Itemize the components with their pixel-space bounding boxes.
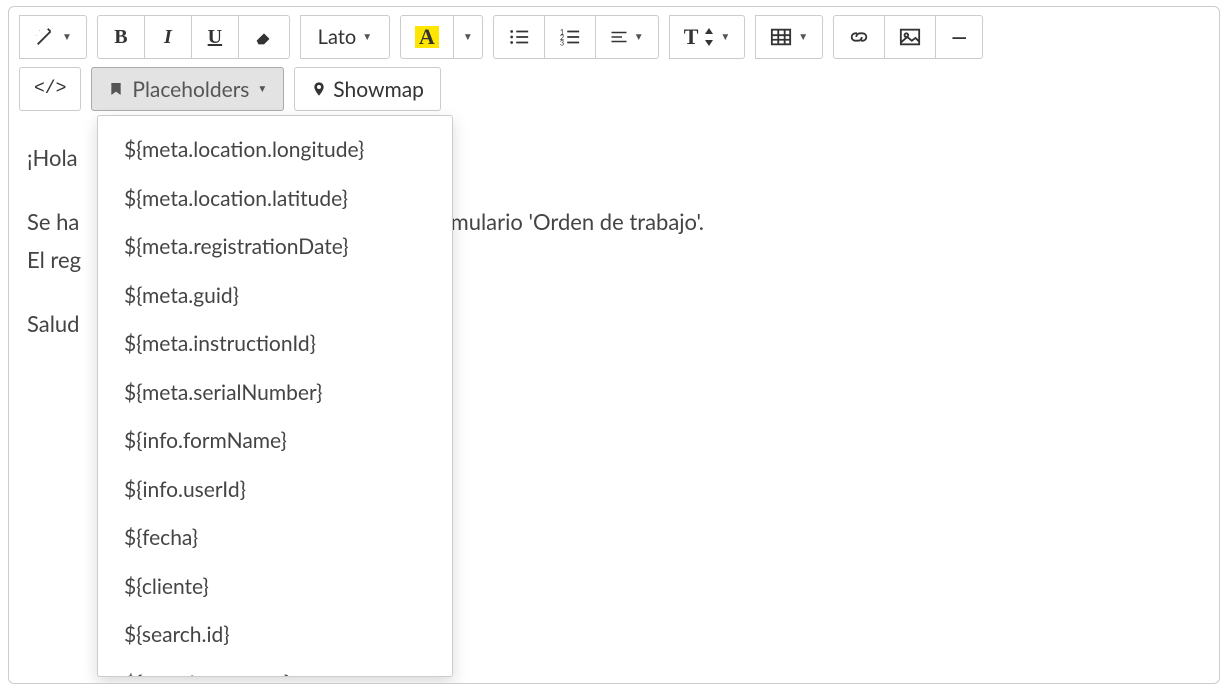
font-color-button[interactable]: A: [400, 15, 454, 59]
ordered-list-button[interactable]: 1 2 3: [544, 15, 596, 59]
bold-button[interactable]: B: [97, 15, 145, 59]
paragraph-group: 1 2 3 ▼: [493, 15, 659, 59]
paragraph-align-button[interactable]: ▼: [595, 15, 659, 59]
toolbar-row-2: </> Placeholders ▼ Showmap: [9, 63, 1219, 121]
caret-down-icon: ▼: [798, 31, 808, 43]
code-view-button[interactable]: </>: [19, 67, 81, 111]
text-fragment: ¡Hola: [27, 144, 78, 171]
showmap-button[interactable]: Showmap: [294, 67, 441, 111]
line-height-group: T ▼: [669, 15, 746, 59]
align-icon: [610, 26, 628, 48]
placeholder-option[interactable]: ${meta.guid}: [98, 272, 452, 321]
placeholder-option[interactable]: ${cliente}: [98, 563, 452, 612]
italic-button[interactable]: I: [144, 15, 192, 59]
unordered-list-button[interactable]: [493, 15, 545, 59]
placeholder-option[interactable]: ${meta.location.longitude}: [98, 126, 452, 175]
caret-down-icon: ▼: [463, 31, 473, 43]
underline-button[interactable]: U: [191, 15, 239, 59]
font-style-group: B I U: [97, 15, 290, 59]
line-height-letter: T: [684, 24, 699, 50]
picture-icon: [899, 26, 921, 48]
font-color-group: A ▼: [400, 15, 483, 59]
text-fragment: Se ha: [27, 208, 79, 235]
placeholders-dropdown: ${meta.location.longitude} ${meta.locati…: [97, 115, 453, 677]
magic-style-button[interactable]: ▼: [19, 15, 87, 59]
placeholder-option[interactable]: ${fecha}: [98, 514, 452, 563]
ul-list-icon: [508, 26, 530, 48]
svg-text:3: 3: [560, 38, 564, 47]
map-pin-icon: [311, 78, 327, 100]
magic-wand-icon: [34, 26, 56, 48]
bookmark-icon: [108, 79, 124, 99]
text-fragment: Salud: [27, 310, 80, 337]
text-fragment: El reg: [27, 246, 81, 273]
link-icon: [848, 26, 870, 48]
placeholder-option[interactable]: ${search.id}: [98, 611, 452, 660]
placeholder-option[interactable]: ${info.formName}: [98, 417, 452, 466]
caret-down-icon: ▼: [257, 83, 267, 95]
table-icon: [770, 26, 792, 48]
horizontal-rule-button[interactable]: —: [935, 15, 983, 59]
caret-down-icon: ▼: [362, 31, 372, 43]
ol-list-icon: 1 2 3: [559, 26, 581, 48]
font-family-group: Lato ▼: [300, 15, 390, 59]
placeholders-label: Placeholders: [132, 77, 249, 102]
up-down-arrows-icon: [704, 28, 714, 46]
placeholder-option[interactable]: ${meta.serialNumber}: [98, 369, 452, 418]
caret-down-icon: ▼: [62, 31, 72, 43]
line-height-button[interactable]: T ▼: [669, 15, 746, 59]
caret-down-icon: ▼: [720, 31, 730, 43]
font-family-label: Lato: [318, 25, 357, 49]
placeholder-option[interactable]: ${meta.instructionId}: [98, 320, 452, 369]
font-color-a-icon: A: [415, 26, 439, 48]
link-button[interactable]: [833, 15, 885, 59]
picture-button[interactable]: [884, 15, 936, 59]
style-group: ▼: [19, 15, 87, 59]
showmap-label: Showmap: [333, 77, 424, 102]
eraser-icon: [253, 26, 275, 48]
placeholders-button[interactable]: Placeholders ▼: [91, 67, 284, 111]
insert-group: —: [833, 15, 983, 59]
caret-down-icon: ▼: [634, 31, 644, 43]
text-fragment: mulario 'Orden de trabajo'.: [451, 208, 704, 235]
placeholder-option[interactable]: ${search.empresa}: [98, 660, 452, 677]
editor-frame: ▼ B I U Lato ▼ A: [8, 6, 1220, 684]
placeholder-option[interactable]: ${info.userId}: [98, 466, 452, 515]
toolbar-row-1: ▼ B I U Lato ▼ A: [9, 7, 1219, 63]
editor-content[interactable]: ¡Hola Se ha mulario 'Orden de trabajo'. …: [9, 121, 1219, 365]
clear-format-button[interactable]: [238, 15, 290, 59]
font-color-more-button[interactable]: ▼: [453, 15, 483, 59]
table-button[interactable]: ▼: [755, 15, 823, 59]
table-group: ▼: [755, 15, 823, 59]
placeholder-option[interactable]: ${meta.location.latitude}: [98, 175, 452, 224]
placeholder-option[interactable]: ${meta.registrationDate}: [98, 223, 452, 272]
font-family-button[interactable]: Lato ▼: [300, 15, 390, 59]
